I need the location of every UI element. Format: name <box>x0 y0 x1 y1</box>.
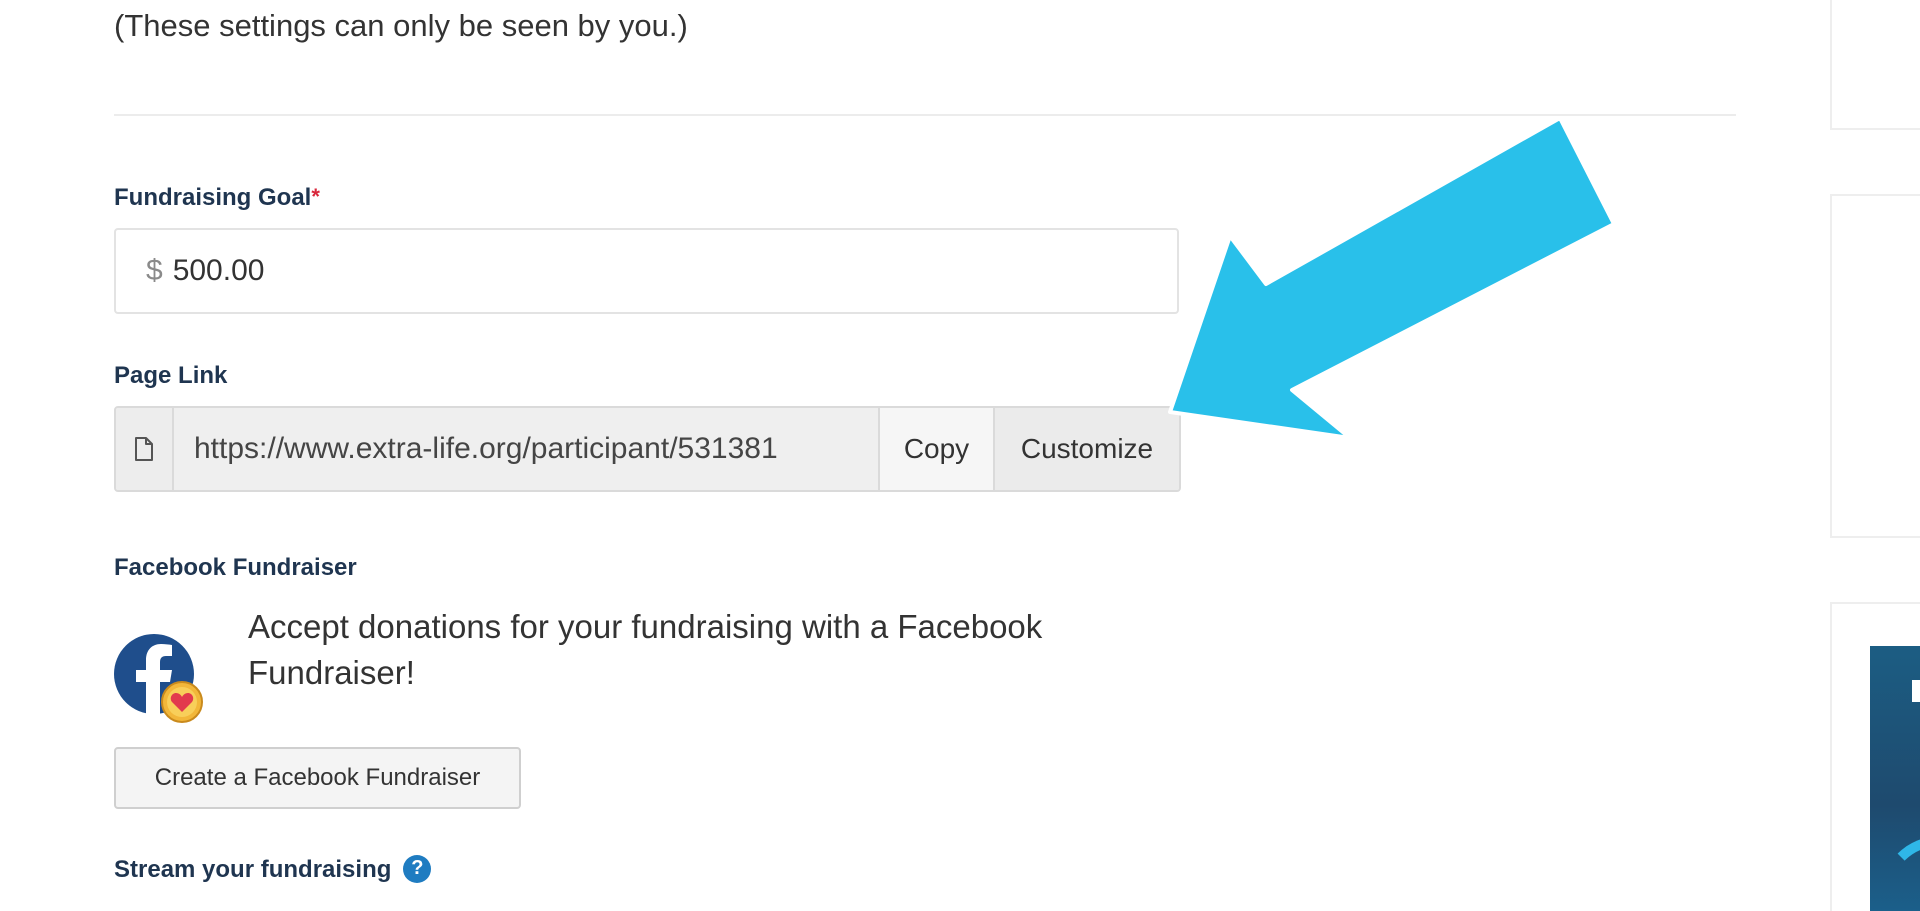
create-facebook-fundraiser-button[interactable]: Create a Facebook Fundraiser <box>114 747 521 809</box>
privacy-note: (These settings can only be seen by you.… <box>114 8 688 43</box>
section-divider <box>114 114 1736 116</box>
page-link-url[interactable]: https://www.extra-life.org/participant/5… <box>174 408 878 490</box>
required-mark: * <box>311 184 320 209</box>
arrow-annotation <box>1168 118 1616 440</box>
page-link-group: https://www.extra-life.org/participant/5… <box>114 406 1181 492</box>
stream-label-text: Stream your fundraising <box>114 856 392 883</box>
promo-banner <box>1870 646 1920 911</box>
right-card-middle <box>1830 194 1920 538</box>
currency-symbol: $ <box>146 254 163 287</box>
facebook-row: Accept donations for your fundraising wi… <box>114 604 1114 724</box>
copy-button[interactable]: Copy <box>878 408 993 490</box>
page-link-label: Page Link <box>114 362 228 389</box>
banner-swoosh <box>1880 836 1920 911</box>
goal-label-text: Fundraising Goal <box>114 184 312 211</box>
settings-page: (These settings can only be seen by you.… <box>0 0 1920 911</box>
facebook-label: Facebook Fundraiser <box>114 554 357 581</box>
facebook-description: Accept donations for your fundraising wi… <box>248 608 1043 691</box>
right-card-top <box>1830 0 1920 130</box>
goal-amount[interactable]: 500.00 <box>173 254 265 288</box>
document-icon <box>116 408 174 490</box>
stream-label: Stream your fundraising? <box>114 854 432 885</box>
customize-button[interactable]: Customize <box>993 408 1179 490</box>
help-icon[interactable]: ? <box>403 854 432 883</box>
facebook-fundraiser-icon <box>114 626 206 726</box>
goal-label: Fundraising Goal* <box>114 184 320 212</box>
goal-input[interactable]: $ 500.00 <box>114 228 1179 314</box>
banner-mark <box>1912 680 1920 702</box>
